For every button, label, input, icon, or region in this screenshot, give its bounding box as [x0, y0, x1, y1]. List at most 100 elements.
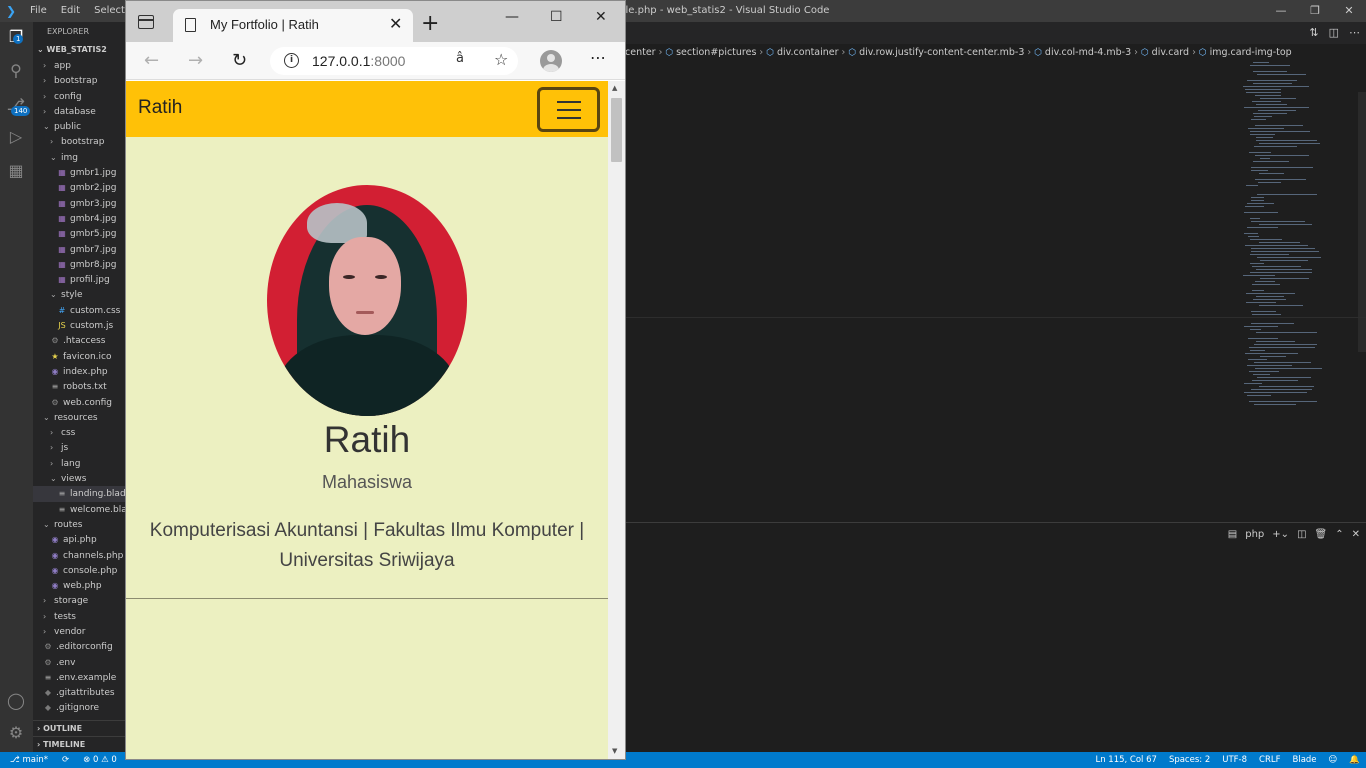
maximize-panel-icon[interactable]: ⌃ — [1335, 529, 1343, 540]
tree-folder[interactable]: › app — [33, 58, 125, 73]
tree-folder[interactable]: ⌄ public — [33, 119, 125, 134]
new-tab-icon[interactable]: + — [421, 11, 439, 36]
tree-file[interactable]: ≡ welcome.blade — [33, 502, 125, 517]
breadcrumb-item[interactable]: center — [625, 47, 656, 58]
tree-folder[interactable]: › js — [33, 440, 125, 455]
minimap[interactable] — [1243, 62, 1355, 412]
breadcrumb-item[interactable]: section#pictures — [676, 47, 756, 58]
tree-file[interactable]: ▦ gmbr5.jpg — [33, 226, 125, 241]
more-icon[interactable]: ⋯ — [590, 48, 607, 67]
extensions-icon[interactable]: ▦ — [5, 160, 27, 182]
close-panel-icon[interactable]: ✕ — [1352, 529, 1360, 540]
close-icon[interactable]: ✕ — [389, 14, 402, 33]
split-editor-icon[interactable]: ◫ — [1329, 26, 1339, 39]
breadcrumb-item[interactable]: div.col-md-4.mb-3 — [1045, 47, 1131, 58]
new-terminal-icon[interactable]: +⌄ — [1272, 529, 1289, 540]
feedback-icon[interactable]: ☺ — [1329, 752, 1338, 768]
tab-actions-icon[interactable] — [138, 15, 154, 29]
indentation[interactable]: Spaces: 2 — [1169, 752, 1210, 768]
tree-folder[interactable]: ⌄ views — [33, 471, 125, 486]
tree-file[interactable]: ▦ gmbr3.jpg — [33, 196, 125, 211]
back-icon[interactable]: ← — [144, 50, 159, 71]
breadcrumb-item[interactable]: div.container — [777, 47, 839, 58]
trash-icon[interactable]: 🗑 — [1315, 529, 1328, 540]
tree-folder[interactable]: ⌄ routes — [33, 517, 125, 532]
timeline-section[interactable]: › TIMELINE — [33, 736, 125, 751]
page-scrollbar[interactable]: ▲ ▼ — [608, 81, 625, 759]
address-bar[interactable]: i 127.0.0.1:8000 â ☆ — [270, 47, 518, 75]
tree-file[interactable]: ▦ profil.jpg — [33, 272, 125, 287]
tree-folder[interactable]: › tests — [33, 609, 125, 624]
read-aloud-icon[interactable]: â — [456, 51, 464, 66]
more-actions-icon[interactable]: ⋯ — [1349, 26, 1360, 39]
tree-file[interactable]: ⚙ web.config — [33, 395, 125, 410]
notifications-icon[interactable]: 🔔 — [1349, 752, 1360, 768]
url-text[interactable]: 127.0.0.1:8000 — [312, 53, 405, 69]
forward-icon[interactable]: → — [188, 50, 203, 71]
window-close-icon[interactable]: ✕ — [595, 9, 607, 25]
settings-gear-icon[interactable]: ⚙ — [5, 722, 27, 744]
vscode-restore-icon[interactable]: ❐ — [1298, 0, 1332, 22]
language-mode[interactable]: Blade — [1293, 752, 1317, 768]
tree-file[interactable]: ◉ console.php — [33, 563, 125, 578]
navbar-toggler-button[interactable] — [537, 87, 600, 132]
workspace-heading[interactable]: ⌄ WEB_STATIS2 — [33, 42, 125, 58]
tree-file[interactable]: ◉ index.php — [33, 364, 125, 379]
tree-file[interactable]: ≡ robots.txt — [33, 379, 125, 394]
profile-icon[interactable] — [540, 50, 562, 72]
vscode-close-icon[interactable]: ✕ — [1332, 0, 1366, 22]
tree-file[interactable]: ▦ gmbr1.jpg — [33, 165, 125, 180]
tree-file[interactable]: ≡ landing.blade. — [33, 486, 125, 502]
tree-file[interactable]: ▦ gmbr2.jpg — [33, 180, 125, 195]
scroll-down-icon[interactable]: ▼ — [612, 747, 617, 755]
maximize-icon[interactable]: ☐ — [550, 9, 563, 25]
tree-folder[interactable]: › storage — [33, 593, 125, 608]
tree-file[interactable]: ◆ .gitignore — [33, 700, 125, 715]
terminal-shell-label[interactable]: php — [1245, 529, 1264, 540]
sync-icon[interactable]: ⟳ — [62, 752, 69, 768]
editor-scrollbar[interactable] — [1358, 92, 1366, 352]
tree-file[interactable]: # custom.css — [33, 303, 125, 318]
problems-status[interactable]: ⊗ 0 ⚠ 0 — [83, 752, 117, 768]
breadcrumb-item[interactable]: div.row.justify-content-center.mb-3 — [859, 47, 1024, 58]
tree-file[interactable]: JS custom.js — [33, 318, 125, 333]
tree-file[interactable]: ⚙ .env — [33, 655, 125, 670]
tree-folder[interactable]: ⌄ img — [33, 150, 125, 165]
split-terminal-icon[interactable]: ◫ — [1297, 529, 1306, 540]
tree-folder[interactable]: ⌄ resources — [33, 410, 125, 425]
browser-tab[interactable]: My Fortfolio | Ratih ✕ — [173, 9, 413, 42]
line-ending[interactable]: CRLF — [1259, 752, 1280, 768]
menu-file[interactable]: File — [30, 5, 47, 16]
tree-file[interactable]: ⚙ .editorconfig — [33, 639, 125, 654]
favorites-icon[interactable]: ☆ — [494, 50, 508, 69]
vscode-minimize-icon[interactable]: — — [1264, 0, 1298, 22]
tree-file[interactable]: ◆ .gitattributes — [33, 685, 125, 700]
scroll-up-icon[interactable]: ▲ — [612, 84, 617, 92]
breadcrumb-item[interactable]: div.card — [1152, 47, 1189, 58]
run-debug-icon[interactable]: ▷ — [5, 126, 27, 148]
tree-file[interactable]: ◉ api.php — [33, 532, 125, 547]
tree-file[interactable]: ≡ .env.example — [33, 670, 125, 685]
info-icon[interactable]: i — [284, 53, 299, 68]
search-icon[interactable]: ⚲ — [5, 60, 27, 82]
tree-file[interactable]: ★ favicon.ico — [33, 349, 125, 364]
outline-section[interactable]: › OUTLINE — [33, 720, 125, 735]
tree-file[interactable]: ⚙ .htaccess — [33, 333, 125, 348]
encoding[interactable]: UTF-8 — [1222, 752, 1247, 768]
minimize-icon[interactable]: — — [505, 9, 519, 25]
tree-folder[interactable]: › bootstrap — [33, 134, 125, 149]
refresh-icon[interactable]: ↻ — [232, 50, 247, 71]
menu-edit[interactable]: Edit — [61, 5, 80, 16]
tree-file[interactable]: ◉ channels.php — [33, 548, 125, 563]
branch-status[interactable]: ⎇ main* — [10, 752, 48, 768]
tree-folder[interactable]: › database — [33, 104, 125, 119]
compare-icon[interactable]: ⇅ — [1309, 26, 1318, 39]
tree-file[interactable]: ▦ gmbr7.jpg — [33, 242, 125, 257]
tree-folder[interactable]: › lang — [33, 456, 125, 471]
tree-file[interactable]: ▦ gmbr8.jpg — [33, 257, 125, 272]
tree-folder[interactable]: ⌄ style — [33, 287, 125, 302]
tree-folder[interactable]: › css — [33, 425, 125, 440]
tree-file[interactable]: ▦ gmbr4.jpg — [33, 211, 125, 226]
cursor-position[interactable]: Ln 115, Col 67 — [1095, 752, 1156, 768]
navbar-brand[interactable]: Ratih — [138, 97, 182, 119]
